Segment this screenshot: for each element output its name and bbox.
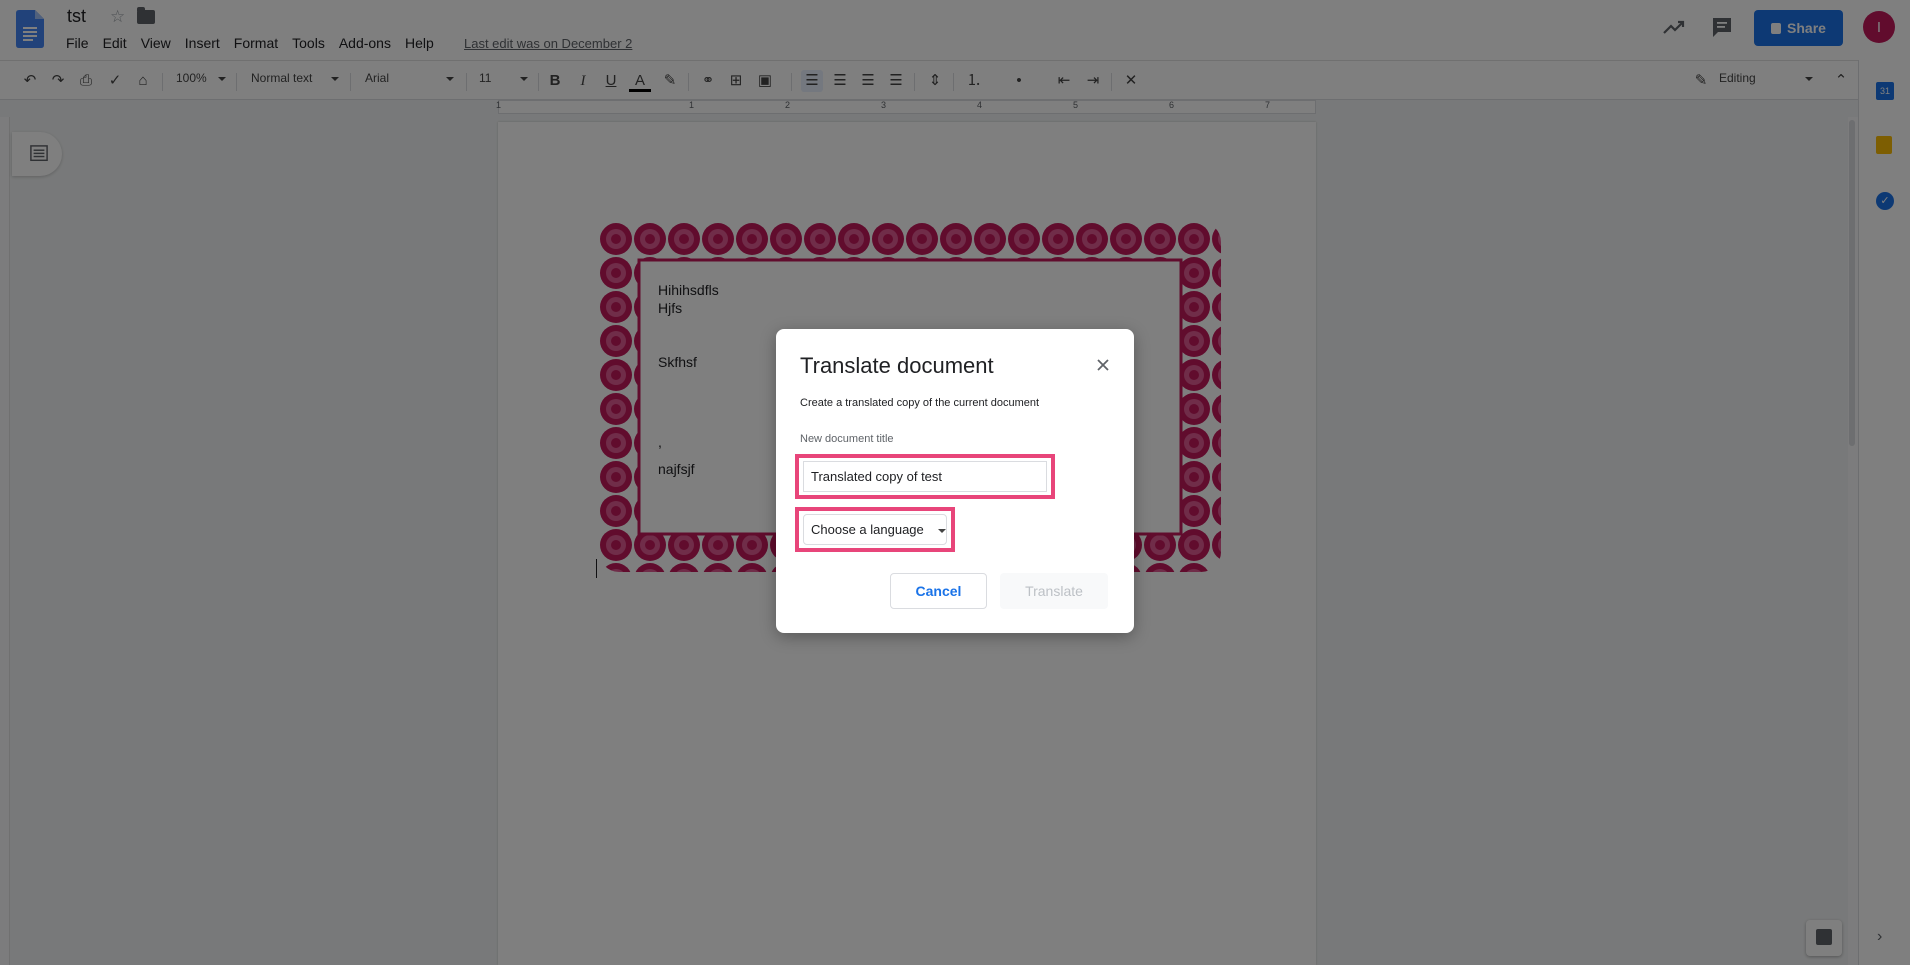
dialog-description: Create a translated copy of the current … — [800, 397, 1040, 409]
cancel-button[interactable]: Cancel — [890, 573, 987, 609]
dialog-title: Translate document — [800, 353, 994, 378]
title-field-label: New document title — [800, 433, 894, 445]
language-field-highlight: Choose a language — [795, 507, 955, 552]
chevron-down-icon — [938, 529, 946, 533]
title-field-highlight — [795, 454, 1055, 499]
translate-button[interactable]: Translate — [1000, 573, 1108, 609]
close-icon[interactable] — [1093, 355, 1113, 375]
language-dropdown-label: Choose a language — [811, 522, 924, 537]
translate-dialog: Translate document Create a translated c… — [776, 329, 1134, 633]
language-dropdown[interactable]: Choose a language — [803, 514, 947, 545]
new-title-input[interactable] — [803, 461, 1047, 492]
